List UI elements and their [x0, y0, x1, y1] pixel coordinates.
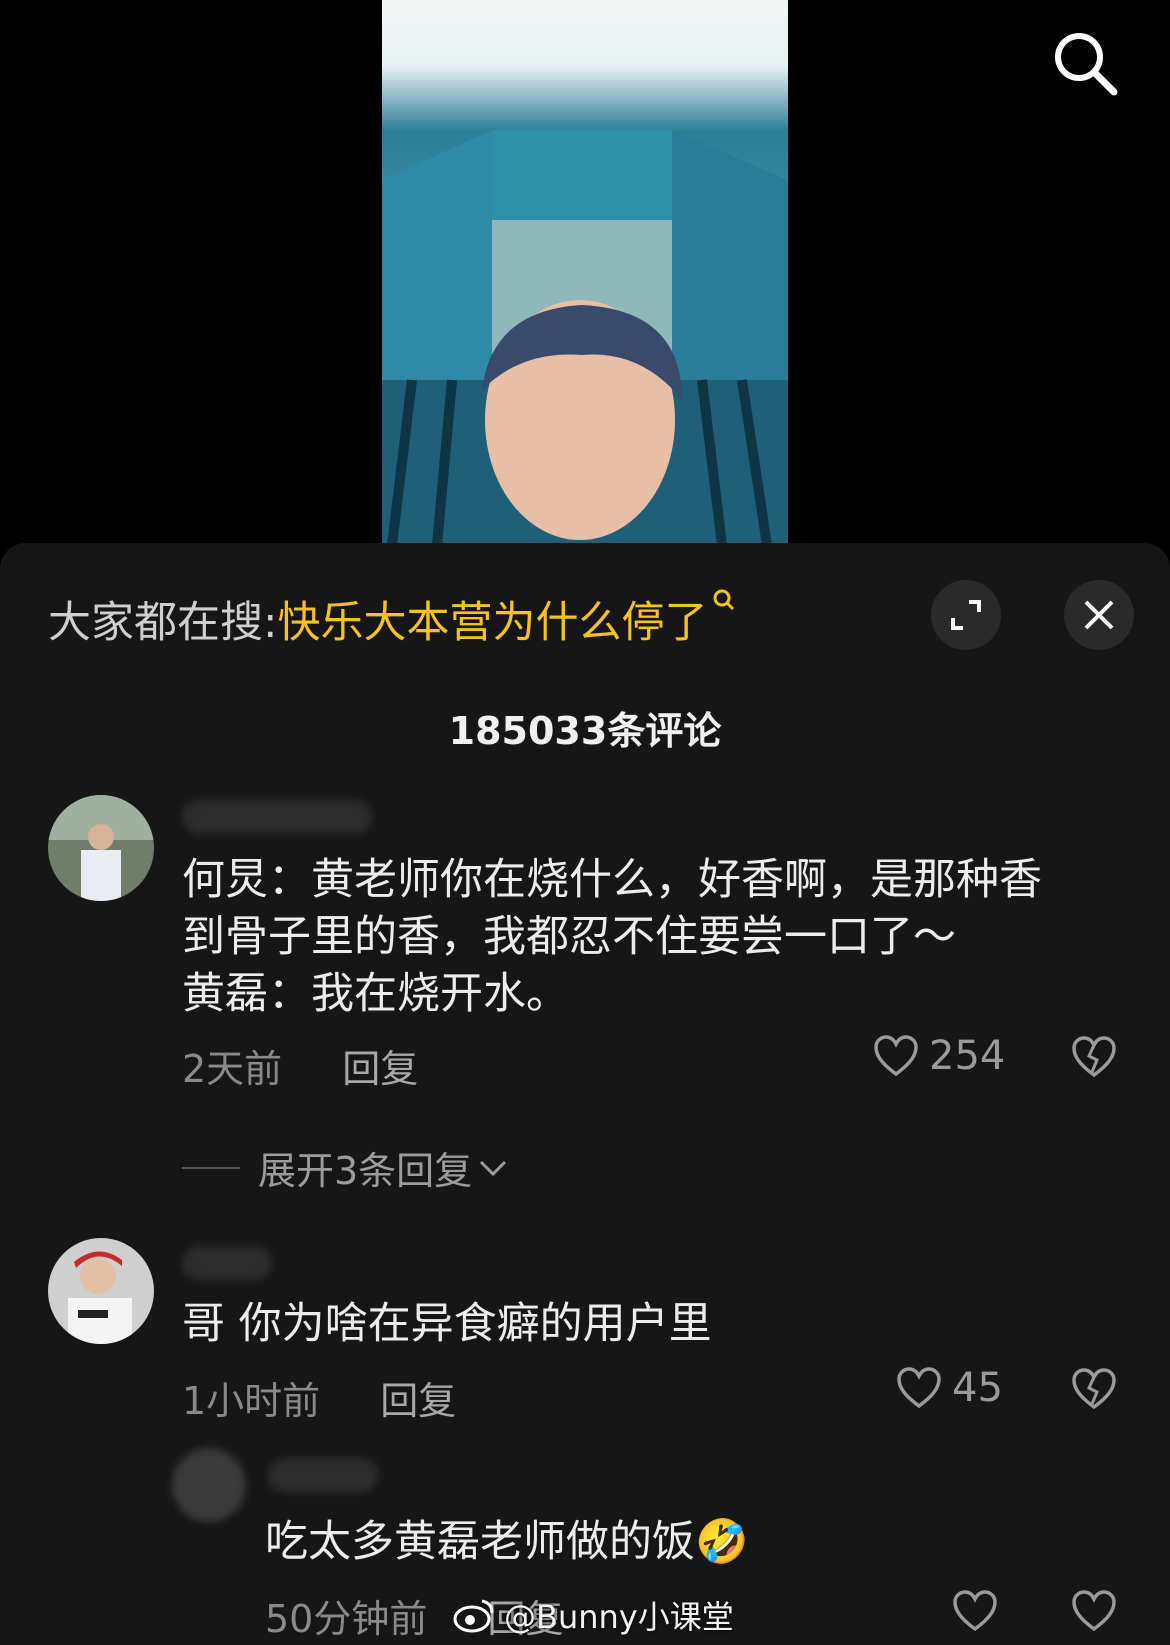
comment-time: 2天前 — [182, 1047, 283, 1091]
weibo-logo-icon — [453, 1599, 494, 1633]
small-search-icon — [713, 589, 734, 611]
avatar[interactable] — [48, 795, 154, 901]
reply-avatar[interactable] — [172, 1448, 246, 1522]
search-icon[interactable] — [1052, 30, 1118, 96]
broken-heart-icon[interactable] — [1071, 1036, 1117, 1078]
reply-text: 吃太多黄磊老师做的饭🤣 — [265, 1514, 749, 1571]
laughing-emoji: 🤣 — [695, 1517, 749, 1567]
username-blurred[interactable] — [182, 1246, 272, 1280]
trending-search-hint[interactable]: 大家都在搜:快乐大本营为什么停了 — [48, 588, 736, 650]
username-blurred[interactable] — [182, 800, 372, 834]
like-button[interactable]: 254 — [873, 1033, 1005, 1079]
heart-icon[interactable] — [952, 1590, 998, 1632]
comment-time: 1小时前 — [182, 1379, 321, 1423]
reply-time: 50分钟前 — [265, 1597, 428, 1641]
divider-line — [182, 1166, 240, 1169]
search-hint-prefix: 大家都在搜: — [48, 598, 278, 648]
expand-icon — [951, 600, 981, 630]
broken-heart-icon[interactable] — [1071, 1590, 1117, 1632]
username-blurred[interactable] — [268, 1458, 378, 1492]
expand-panel-button[interactable] — [931, 580, 1001, 650]
reply-button[interactable]: 回复 — [342, 1047, 418, 1091]
broken-heart-icon[interactable] — [1071, 1368, 1117, 1410]
expand-replies-button[interactable]: 展开3条回复 — [182, 1140, 508, 1195]
comment-meta: 1小时前 回复 — [182, 1370, 456, 1425]
avatar-image — [48, 1238, 154, 1344]
heart-icon — [897, 1367, 941, 1409]
avatar[interactable] — [48, 1238, 154, 1344]
reply-text-content: 吃太多黄磊老师做的饭 — [265, 1517, 695, 1567]
comment-meta: 2天前 回复 — [182, 1038, 418, 1093]
comment-count: 185033条评论 — [448, 709, 722, 753]
like-count: 45 — [952, 1365, 1003, 1411]
like-button[interactable]: 45 — [896, 1365, 1003, 1411]
close-icon — [1084, 600, 1114, 630]
video-preview[interactable] — [382, 0, 788, 545]
like-count: 254 — [929, 1033, 1006, 1079]
reply-button[interactable]: 回复 — [380, 1379, 456, 1423]
comment-text: 何炅：黄老师你在烧什么，好香啊，是那种香 到骨子里的香，我都忍不住要尝一口了～ … — [182, 855, 1042, 1019]
search-hint-term[interactable]: 快乐大本营为什么停了 — [278, 598, 708, 648]
comment-text: 哥 你为啥在异食癖的用户里 — [182, 1299, 712, 1349]
video-frame-image — [382, 130, 788, 545]
watermark: @Bunny小课堂 — [452, 1592, 734, 1638]
expand-replies-label: 展开3条回复 — [258, 1149, 473, 1193]
heart-icon — [874, 1035, 918, 1077]
avatar-image — [48, 795, 154, 901]
close-panel-button[interactable] — [1064, 580, 1134, 650]
chevron-down-icon — [480, 1160, 507, 1176]
watermark-text: @Bunny小课堂 — [504, 1598, 734, 1636]
